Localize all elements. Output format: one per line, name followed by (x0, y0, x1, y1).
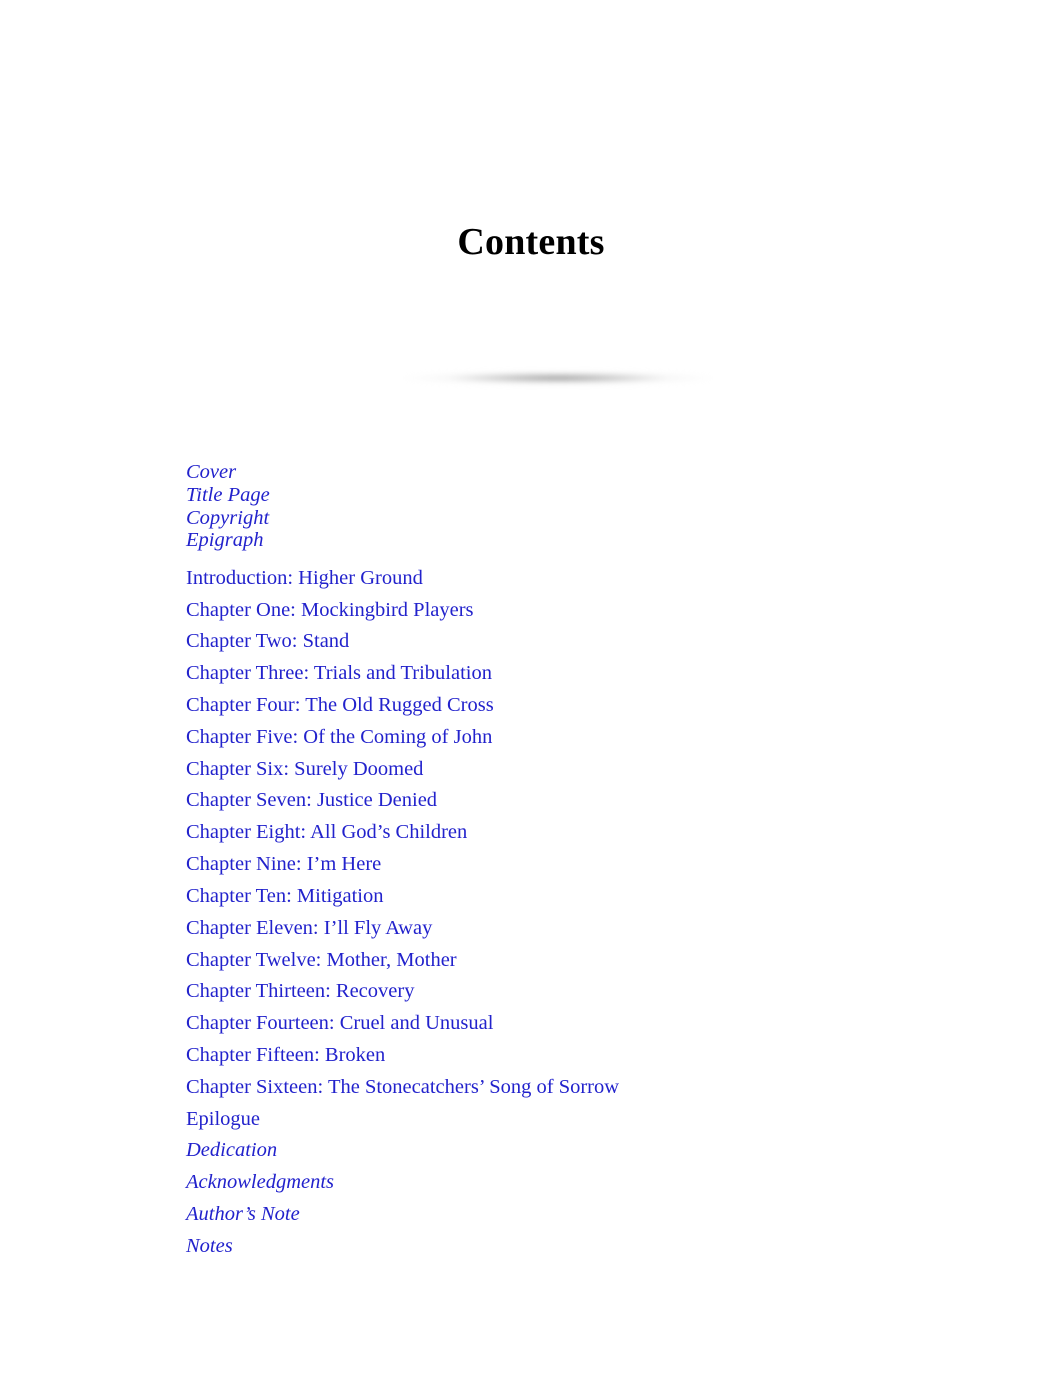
toc-link-chapter-16[interactable]: Chapter Sixteen: The Stonecatchers’ Song… (186, 1076, 886, 1098)
toc-link-chapter-10[interactable]: Chapter Ten: Mitigation (186, 885, 886, 907)
toc-link-front-0[interactable]: Cover (186, 461, 886, 483)
blurred-redacted-bar (403, 366, 713, 390)
toc-link-chapter-12[interactable]: Chapter Twelve: Mother, Mother (186, 949, 886, 971)
toc-link-front-1[interactable]: Title Page (186, 484, 886, 506)
chapters-group: Introduction: Higher Ground Chapter One: … (186, 567, 886, 1130)
toc-link-chapter-4[interactable]: Chapter Four: The Old Rugged Cross (186, 694, 886, 716)
toc-link-chapter-6[interactable]: Chapter Six: Surely Doomed (186, 758, 886, 780)
toc-link-chapter-14[interactable]: Chapter Fourteen: Cruel and Unusual (186, 1012, 886, 1034)
toc-link-chapter-3[interactable]: Chapter Three: Trials and Tribulation (186, 662, 886, 684)
toc-link-chapter-5[interactable]: Chapter Five: Of the Coming of John (186, 726, 886, 748)
toc-link-chapter-2[interactable]: Chapter Two: Stand (186, 631, 886, 653)
toc-page: Contents Cover Title Page Copyright Epigrap… (0, 0, 1062, 1377)
toc-link-chapter-17[interactable]: Epilogue (186, 1108, 886, 1130)
toc-link-back-1[interactable]: Acknowledgments (186, 1171, 886, 1193)
toc-link-chapter-13[interactable]: Chapter Thirteen: Recovery (186, 980, 886, 1002)
toc-link-back-0[interactable]: Dedication (186, 1140, 886, 1162)
page-title: Contents (457, 221, 605, 264)
back-matter-group: Dedication Acknowledgments Author’s Note No… (186, 1140, 886, 1257)
toc-link-chapter-7[interactable]: Chapter Seven: Justice Denied (186, 790, 886, 812)
toc-link-back-3[interactable]: Notes (186, 1235, 886, 1257)
toc-link-back-2[interactable]: Author’s Note (186, 1203, 886, 1225)
toc-link-chapter-9[interactable]: Chapter Nine: I’m Here (186, 853, 886, 875)
toc-link-chapter-1[interactable]: Chapter One: Mockingbird Players (186, 599, 886, 621)
toc-link-chapter-11[interactable]: Chapter Eleven: I’ll Fly Away (186, 917, 886, 939)
front-matter-group: Cover Title Page Copyright Epigraph (186, 461, 886, 552)
table-of-contents-list: Cover Title Page Copyright Epigraph Introdu… (186, 461, 886, 1268)
toc-link-front-2[interactable]: Copyright (186, 507, 886, 529)
toc-link-chapter-0[interactable]: Introduction: Higher Ground (186, 567, 886, 589)
toc-link-chapter-15[interactable]: Chapter Fifteen: Broken (186, 1044, 886, 1066)
toc-link-front-3[interactable]: Epigraph (186, 530, 886, 552)
toc-link-chapter-8[interactable]: Chapter Eight: All God’s Children (186, 821, 886, 843)
